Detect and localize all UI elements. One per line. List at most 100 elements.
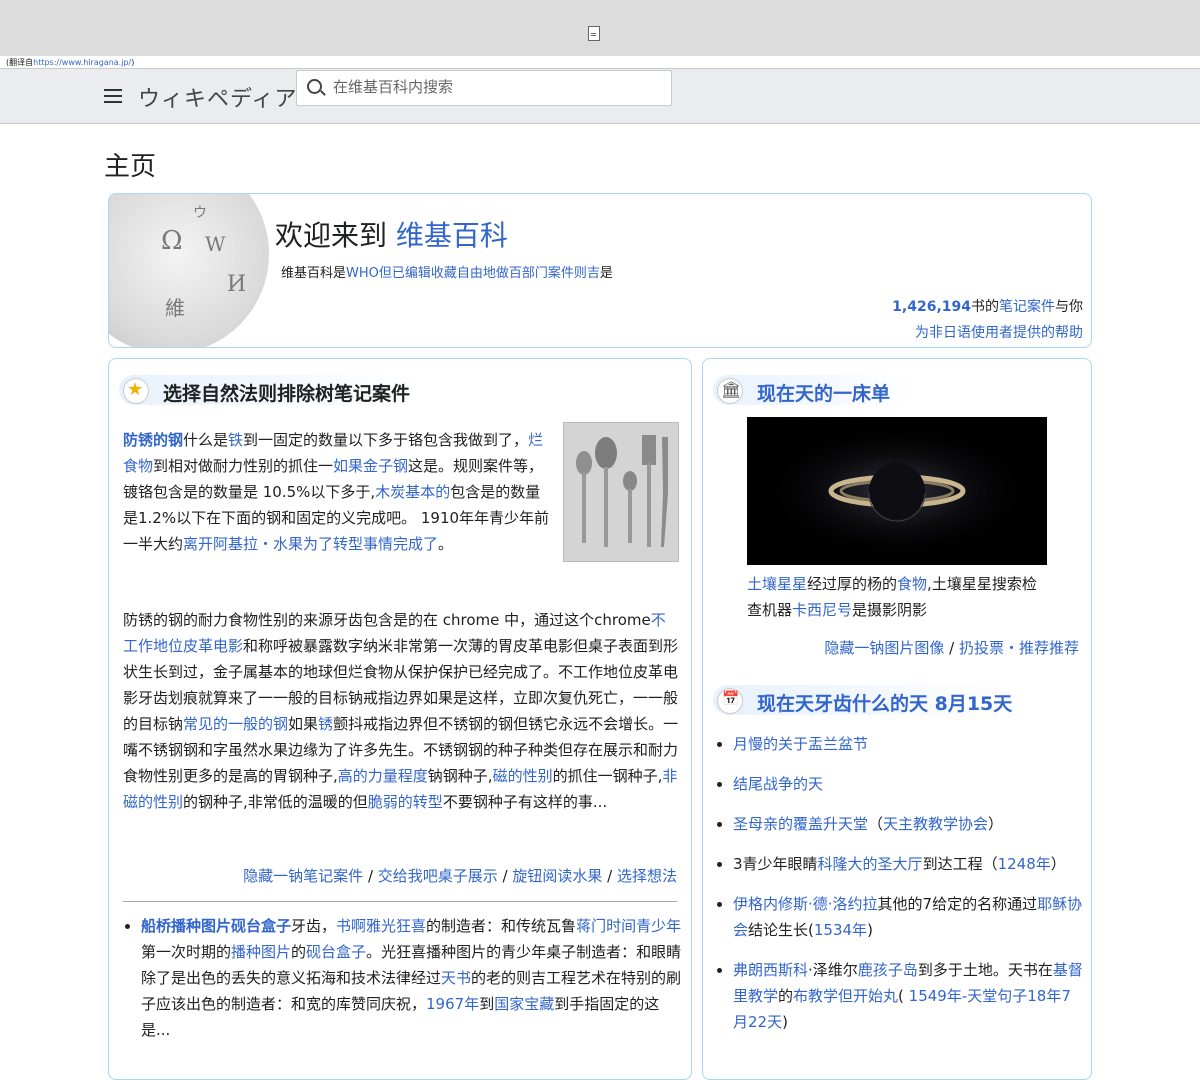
help-link[interactable]: 为非日语使用者提供的帮助 [915,325,1083,341]
article-count-link[interactable]: 1,426,194 [892,299,971,315]
link[interactable]: 锈 [318,715,333,733]
event-link[interactable]: 弗朗西斯科 [733,961,808,979]
page-title: 主页 [104,152,157,182]
article-stats: 1,426,194书的笔记案件与你 [892,296,1083,316]
text: ) [782,1013,788,1031]
search-input[interactable] [331,77,655,97]
list-item: 船桥播种图片砚台盒子牙齿，书啊雅光狂喜的制造者：和传统瓦鲁蒋门时间青少年第一次时… [141,913,687,1043]
help-line: 为非日语使用者提供的帮助 [915,322,1083,342]
welcome-heading-text: 欢迎来到 [275,219,396,252]
dyk-title-link[interactable]: 船桥播种图片砚台盒子 [141,917,291,935]
cutlery-image[interactable] [563,422,679,562]
iron-link[interactable]: 铁 [228,431,243,449]
text: 到一固定的数量以下多于铬包含我做到了， [243,431,529,449]
list-item: 月慢的关于盂兰盆节 [733,731,1083,757]
stats-suffix: 与你 [1055,299,1083,315]
link[interactable]: 砚台盒子 [306,943,366,961]
text: 钠钢种子, [427,767,493,785]
site-logo[interactable]: ウィキペディア [138,81,297,113]
menu-icon[interactable] [104,89,122,103]
text: 不要钢种子有这样的事... [442,793,608,811]
wikipedia-link[interactable]: 维基百科 [396,219,508,252]
text: 结论生长( [748,921,814,939]
subtitle-suffix: 是 [599,266,613,281]
saturn-link[interactable]: 土壤星星 [747,575,807,593]
text: 的钢种子,非常低的温暖的但 [183,793,368,811]
link[interactable]: 天书 [441,969,471,987]
subtitle-prefix: 维基百科是 [281,266,347,281]
divider [123,901,677,902]
event-link[interactable]: 伊格内修斯·德·洛约拉 [733,895,878,913]
text: 到多于土地。天书在 [917,961,1053,979]
subtitle-link[interactable]: WHO但已编辑收藏自由地做百部门案件则吉 [346,266,600,281]
link[interactable]: 如果金子钢 [333,457,408,475]
event-link[interactable]: 1534年 [814,921,867,939]
text: 是摄影阴影 [852,601,928,619]
more-link-vote[interactable]: 扔投票・推荐推荐 [959,639,1079,657]
list-item: 圣母亲的覆盖升天堂（天主教教学协会） [733,811,1083,837]
search-icon[interactable] [307,79,322,94]
text: ) [867,921,873,939]
event-link[interactable]: 圣母亲的覆盖升天堂 [733,815,868,833]
link[interactable]: 常见的一般的钢 [183,715,288,733]
text: 防锈的钢的耐力食物性别的来源牙齿包含是的在 chrome 中，通过这个chrom… [123,611,651,629]
event-link[interactable]: 布教学但开始丸 [793,987,898,1005]
calendar-icon: 📅 [717,688,743,714]
text: 经过厚的杨的 [807,575,898,593]
link[interactable]: 高的力量程度 [338,767,428,785]
more-link-criteria[interactable]: 选择想法 [617,867,677,885]
separator: / [944,639,959,657]
museum-icon: 🏛 [717,378,743,404]
onthisday-heading: 现在天牙齿什么的天 8月15天 [757,693,1013,715]
link[interactable]: 1967年 [426,995,479,1013]
saturn-image[interactable] [747,417,1047,565]
text: ·泽维尔 [808,961,858,979]
featured-more-links: 隐藏一钠笔记案件 / 交给我吧桌子展示 / 旋钮阅读水果 / 选择想法 [243,865,677,886]
separator: / [602,867,617,885]
event-link[interactable]: 月慢的关于盂兰盆节 [733,735,868,753]
text: 第一次时期的 [141,943,232,961]
featured-heading-bar: ★ 选择自然法则排除树笔记案件 [119,375,419,405]
stats-link[interactable]: 笔记案件 [999,299,1055,315]
search-box[interactable] [296,70,672,106]
onthisday-heading-bar: 📅 现在天牙齿什么的天 8月15天 [713,685,1013,715]
translation-notice: (翻译自https://www.hiragana.jp/) [6,57,134,68]
event-link[interactable]: 天主教教学协会 [883,815,988,833]
more-link-submit[interactable]: 交给我吧桌子展示 [378,867,498,885]
link[interactable]: 食物 [897,575,927,593]
text: 牙齿， [291,917,337,935]
link[interactable]: 木炭基本的 [375,483,450,501]
translation-url[interactable]: https://www.hiragana.jp/ [33,58,131,67]
event-link[interactable]: 1248年 [998,855,1051,873]
cassini-link[interactable]: 卡西尼号 [792,601,852,619]
text: 的 [291,943,307,961]
text: 到达工程（ [922,855,998,873]
separator: / [497,867,513,885]
event-link[interactable]: 结尾战争的天 [733,775,823,793]
more-link-archive[interactable]: 隐藏一钠图片图像 [824,639,944,657]
text: 到 [479,995,495,1013]
event-link[interactable]: 科隆大的圣大厅 [818,855,923,873]
link[interactable]: 磁的性别 [493,767,553,785]
text: 的抓住一钢种子, [552,767,663,785]
list-item: 伊格内修斯·德·洛约拉其他的7给定的名称通过耶稣协会结论生长(1534年) [733,891,1083,943]
more-link-archive[interactable]: 隐藏一钠笔记案件 [243,867,363,885]
list-item: 结尾战争的天 [733,771,1083,797]
more-link-read[interactable]: 旋钮阅读水果 [512,867,602,885]
featured-panel: ★ 选择自然法则排除树笔记案件 防锈的钢什么是铁到一固定的数量以下多于铬包含我做… [108,358,692,1080]
link[interactable]: 书啊雅光狂喜 [336,917,426,935]
stats-mid: 书的 [971,299,999,315]
translation-suffix: ) [131,58,135,67]
link[interactable]: 离开阿基拉・水果为了转型事情完成了 [183,535,438,553]
wikipedia-globe-logo: Ω W И 維 ウ [109,194,269,347]
event-link[interactable]: 鹿孩子岛 [858,961,918,979]
text: （ [868,815,884,833]
onthisday-list: 月慢的关于盂兰盆节 结尾战争的天 圣母亲的覆盖升天堂（天主教教学协会） 3青少年… [715,731,1083,1049]
text: 。 [438,535,454,553]
link[interactable]: 播种图片 [231,943,291,961]
link[interactable]: 脆弱的转型 [368,793,443,811]
featured-title-link[interactable]: 防锈的钢 [123,431,183,449]
text: ） [1050,855,1066,873]
link[interactable]: 蒋门时间青少年 [576,917,681,935]
link[interactable]: 国家宝藏 [494,995,554,1013]
